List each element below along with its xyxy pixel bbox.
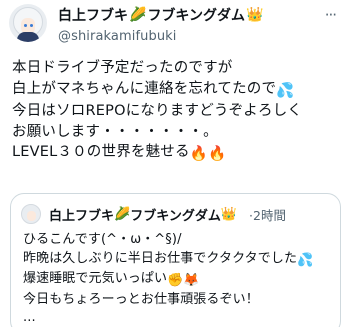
quoted-tweet-header: 白上フブキ 🌽 フブキングダム 👑 ·2時間 bbox=[21, 204, 286, 224]
fire-icon: 🔥 bbox=[189, 146, 208, 162]
fist-icon: ✊ bbox=[167, 273, 184, 288]
avatar-eye-right bbox=[30, 24, 33, 27]
tweet-line-4: お願いします・・・・・・・。 bbox=[12, 123, 218, 140]
avatar-eye-left bbox=[24, 24, 27, 27]
author-names: 白上フブキ 🌽 フブキングダム 👑 @shirakamifubuki bbox=[58, 5, 263, 44]
author-display-name[interactable]: 白上フブキ 🌽 フブキングダム 👑 bbox=[58, 5, 263, 25]
quoted-author-name-text: 白上フブキ bbox=[49, 208, 115, 224]
quoted-tweet-time: ·2時間 bbox=[249, 205, 286, 224]
quote-line-3-text: 爆速睡眠で元気いっぱい bbox=[23, 271, 168, 286]
tweet-line-1: 本日ドライブ予定だったのですが bbox=[12, 60, 233, 76]
author-handle[interactable]: @shirakamifubuki bbox=[58, 29, 263, 44]
tweet-body: 本日ドライブ予定だったのですが 白上がマネちゃんに連絡を忘れてたので💦 今日はソ… bbox=[12, 58, 344, 165]
crown-icon: 👑 bbox=[220, 206, 238, 222]
quoted-author-community-text: フブキングダム bbox=[130, 208, 221, 224]
corn-icon: 🌽 bbox=[114, 206, 131, 222]
quote-line-5: ... bbox=[23, 310, 36, 325]
quoted-tweet[interactable]: 白上フブキ 🌽 フブキングダム 👑 ·2時間 ひるこんです(^・ω・^§)/ 昨… bbox=[10, 193, 341, 327]
crown-icon: 👑 bbox=[246, 7, 264, 23]
tweet-line-2-text: 白上がマネちゃんに連絡を忘れてたので bbox=[12, 80, 277, 97]
avatar-body bbox=[17, 32, 39, 42]
more-options-icon[interactable]: ··· bbox=[325, 6, 337, 24]
tweet-line-2: 白上がマネちゃんに連絡を忘れてたので💦 bbox=[12, 79, 344, 102]
sweat-icon: 💦 bbox=[276, 82, 295, 99]
quoted-avatar-face bbox=[27, 211, 36, 221]
quote-line-2-text: 昨晩は久しぶりに半日お仕事でクタクタでした bbox=[23, 250, 298, 266]
quote-line-3: 爆速睡眠で元気いっぱい✊🦊 bbox=[23, 270, 338, 291]
author-community-text: フブキングダム bbox=[147, 8, 246, 24]
sweat-icon: 💦 bbox=[297, 252, 314, 268]
author-avatar[interactable] bbox=[9, 4, 47, 42]
fox-icon: 🦊 bbox=[183, 273, 200, 288]
author-name-text: 白上フブキ bbox=[58, 8, 128, 24]
tweet-header: 白上フブキ 🌽 フブキングダム 👑 @shirakamifubuki ··· bbox=[9, 2, 344, 46]
fire-icon: 🔥 bbox=[207, 146, 227, 162]
quote-line-1: ひるこんです(^・ω・^§)/ bbox=[23, 232, 182, 247]
quote-line-2: 昨晩は久しぶりに半日お仕事でクタクタでした💦 bbox=[23, 250, 338, 271]
time-text: 2時間 bbox=[253, 207, 286, 223]
quoted-tweet-body: ひるこんです(^・ω・^§)/ 昨晩は久しぶりに半日お仕事でクタクタでした💦 爆… bbox=[23, 231, 338, 327]
quoted-author-display-name: 白上フブキ 🌽 フブキングダム 👑 bbox=[49, 205, 237, 224]
corn-icon: 🌽 bbox=[129, 7, 147, 23]
tweet-line-5: LEVEL３０の世界を魅せる🔥🔥 bbox=[12, 142, 344, 165]
tweet-line-5-text: LEVEL３０の世界を魅せる bbox=[12, 144, 190, 160]
tweet-line-3: 今日はソロREPOになりますどうぞよろしく bbox=[12, 103, 303, 119]
quoted-author-avatar bbox=[21, 204, 41, 224]
quote-line-4: 今日もちょろーっとお仕事頑張るぞい！ bbox=[23, 291, 259, 307]
